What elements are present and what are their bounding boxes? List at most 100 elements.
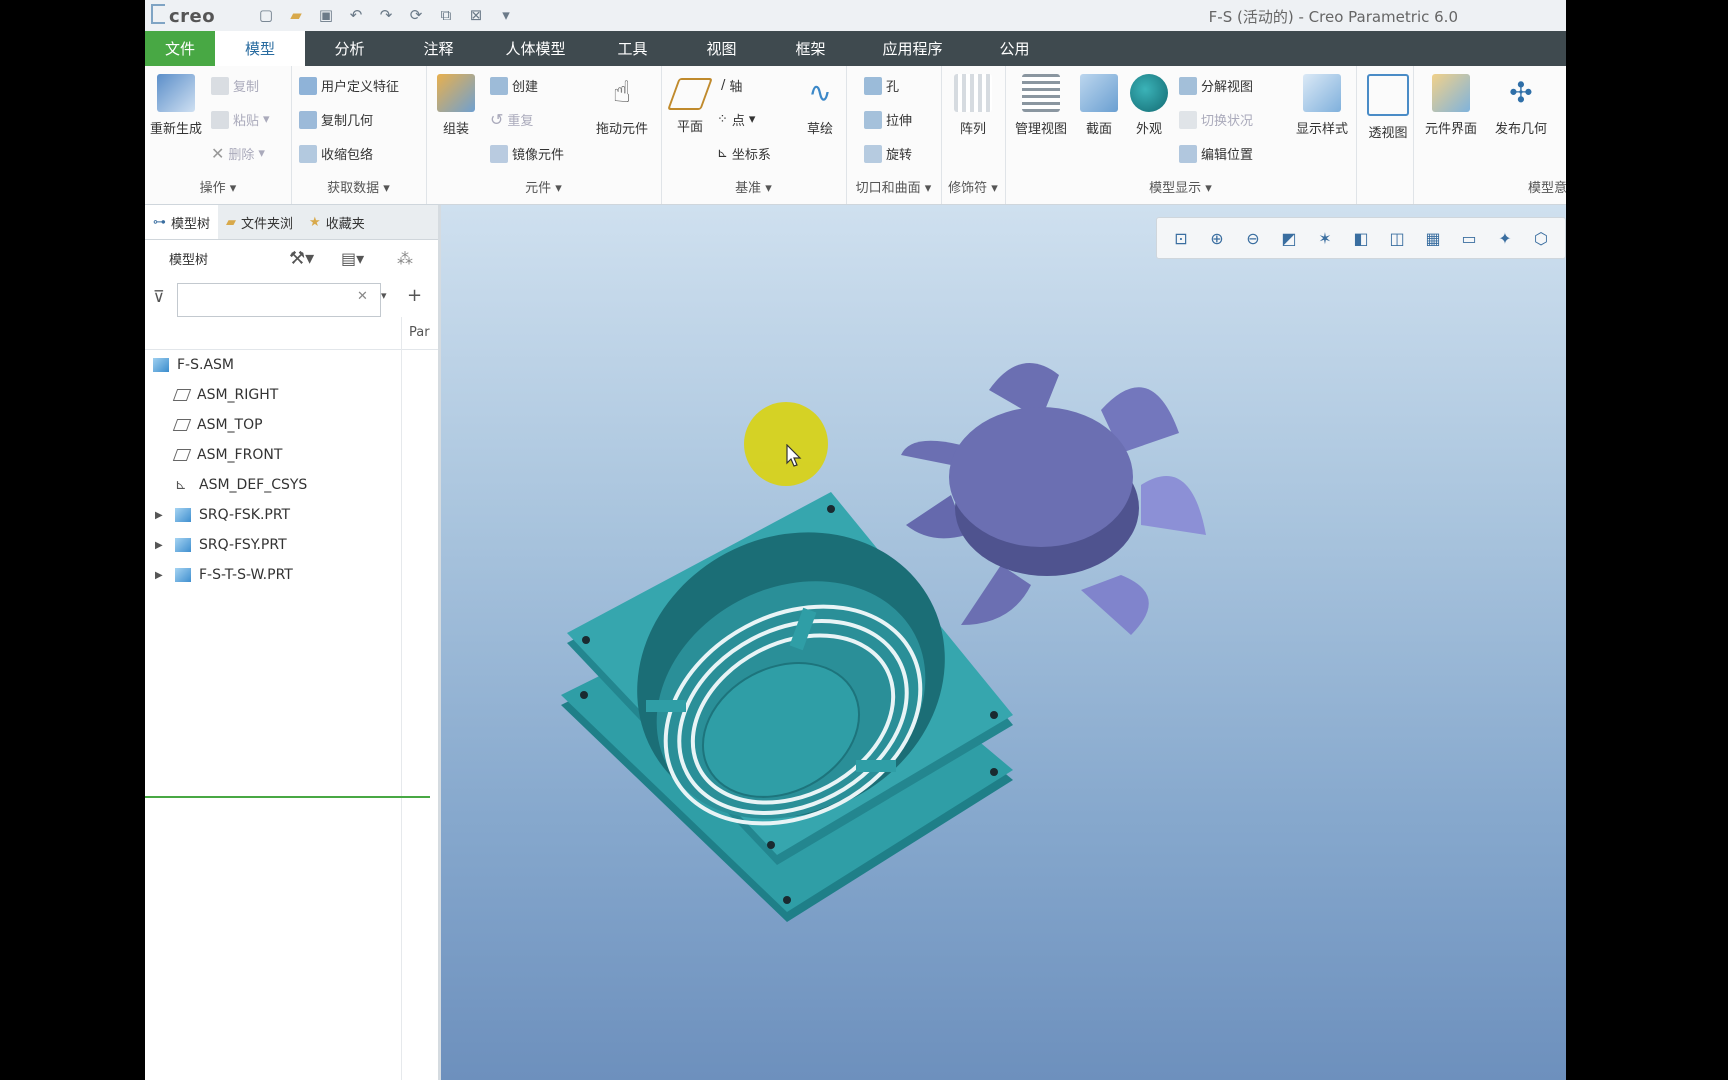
tree-insert-indicator[interactable] [145,796,430,798]
tab-folder-browser[interactable]: ▰ 文件夹浏 [218,205,301,239]
copy-geometry-button[interactable]: 复制几何 [299,110,373,129]
open-folder-icon[interactable]: ▰ [285,4,307,26]
tab-analysis[interactable]: 分析 [305,31,394,66]
tree-item-csys[interactable]: ⊾ ASM_DEF_CSYS [145,470,438,500]
spin-center-icon[interactable]: ✶ [1313,226,1337,250]
plane-button[interactable]: 平面 [665,74,715,135]
tab-framework[interactable]: 框架 [766,31,855,66]
expand-arrow-icon[interactable]: ▶ [155,570,163,581]
expand-arrow-icon[interactable]: ▶ [155,510,163,521]
tree-settings-icon[interactable]: ⚒▾ [289,248,314,269]
extrude-icon [864,110,882,129]
group-model-intent-label[interactable]: 模型意 [1414,177,1566,196]
regenerate-button[interactable]: 重新生成 [145,74,207,137]
delete-button[interactable]: ✕ 删除 ▾ [211,144,265,163]
tree-item-label: F-S-T-S-W.PRT [199,567,293,583]
display-style-button[interactable]: 显示样式 [1291,74,1353,137]
tree-item-asm-front[interactable]: ASM_FRONT [145,440,438,470]
axis-button[interactable]: / 轴 [721,76,742,95]
annotation-display-icon[interactable]: ⬡ [1529,226,1553,250]
repeat-button[interactable]: ↺ 重复 [490,110,533,129]
tree-columns-icon[interactable]: ⁂ [397,249,413,268]
regenerate-icon[interactable]: ⟳ [405,4,427,26]
tree-item-asm[interactable]: F-S.ASM [145,350,438,380]
tree-search-input[interactable] [177,283,381,317]
section-button[interactable]: 截面 [1075,74,1123,137]
refit-icon[interactable]: ⊡ [1169,226,1193,250]
toggle-status-button[interactable]: 切换状况 [1179,110,1253,129]
point-button[interactable]: ⁘ 点 ▾ [717,110,755,129]
pattern-button[interactable]: 阵列 [947,74,999,137]
tab-model-tree[interactable]: ⊶ 模型树 [145,205,219,239]
group-datum-label[interactable]: 基准 ▾ [661,177,846,196]
paste-button[interactable]: 粘贴 ▾ [211,110,270,129]
shrinkwrap-button[interactable]: 收缩包络 [299,144,373,163]
tab-annotate[interactable]: 注释 [394,31,483,66]
filter-icon[interactable]: ⊽ [153,287,165,306]
tree-item-srq-fsk[interactable]: ▶ SRQ-FSK.PRT [145,500,438,530]
display-style-icon[interactable]: ◧ [1349,226,1373,250]
save-icon[interactable]: ▣ [315,4,337,26]
tree-item-srq-fsy[interactable]: ▶ SRQ-FSY.PRT [145,530,438,560]
perspective-view-icon[interactable]: ▭ [1457,226,1481,250]
tab-model[interactable]: 模型 [215,31,305,66]
tree-item-asm-right[interactable]: ASM_RIGHT [145,380,438,410]
add-filter-icon[interactable]: + [407,285,422,306]
group-modifiers-label[interactable]: 修饰符 ▾ [941,177,1005,196]
group-model-display: 管理视图 截面 外观 分解视图 切换状况 编辑位置 显示样式 模型显示 ▾ [1005,66,1357,204]
manage-views-button[interactable]: 管理视图 [1009,74,1073,137]
new-file-icon[interactable]: ▢ [255,4,277,26]
tree-item-asm-top[interactable]: ASM_TOP [145,410,438,440]
group-model-display-label[interactable]: 模型显示 ▾ [1005,177,1356,196]
extrude-button[interactable]: 拉伸 [864,110,912,129]
revolve-button[interactable]: 旋转 [864,144,912,163]
windows-icon[interactable]: ⧉ [435,4,457,26]
repaint-icon[interactable]: ◩ [1277,226,1301,250]
group-cut-surface-label[interactable]: 切口和曲面 ▾ [846,177,941,196]
copy-button[interactable]: 复制 [211,76,259,95]
zoom-in-icon[interactable]: ⊕ [1205,226,1229,250]
tab-tools[interactable]: 工具 [588,31,677,66]
sketch-icon: ∿ [808,76,832,109]
tree-show-icon[interactable]: ▤▾ [341,249,364,268]
tab-applications[interactable]: 应用程序 [855,31,970,66]
redo-icon[interactable]: ↷ [375,4,397,26]
drag-component-button[interactable]: ☝ 拖动元件 [586,74,658,137]
udf-button[interactable]: 用户定义特征 [299,76,399,95]
zoom-out-icon[interactable]: ⊖ [1241,226,1265,250]
edit-position-button[interactable]: 编辑位置 [1179,144,1253,163]
explode-view-button[interactable]: 分解视图 [1179,76,1253,95]
column-header-par[interactable]: Par [409,325,430,340]
undo-icon[interactable]: ↶ [345,4,367,26]
group-get-data-label[interactable]: 获取数据 ▾ [291,177,426,196]
create-button[interactable]: 创建 [490,76,538,95]
search-dropdown-icon[interactable]: ▾ [381,289,387,302]
close-window-icon[interactable]: ⊠ [465,4,487,26]
saved-orientations-icon[interactable]: ◫ [1385,226,1409,250]
customize-dropdown-icon[interactable]: ▾ [495,4,517,26]
revolve-icon [864,144,882,163]
hole-button[interactable]: 孔 [864,76,899,95]
group-component-label[interactable]: 元件 ▾ [426,177,661,196]
sketch-button[interactable]: ∿ 草绘 [797,74,843,137]
component-interface-button[interactable]: 元件界面 [1418,74,1484,137]
group-operations-label[interactable]: 操作 ▾ [145,177,291,196]
tab-file[interactable]: 文件 [145,31,215,66]
clear-search-icon[interactable]: ✕ [357,289,368,304]
tab-view[interactable]: 视图 [677,31,766,66]
perspective-button[interactable]: 透视图 [1358,74,1418,141]
publish-geometry-button[interactable]: ✣ 发布几何 [1488,74,1554,137]
view-manager-icon[interactable]: ▦ [1421,226,1445,250]
appearance-button[interactable]: 外观 [1125,74,1173,137]
graphics-window[interactable]: ⊡ ⊕ ⊖ ◩ ✶ ◧ ◫ ▦ ▭ ✦ ⬡ [441,205,1566,1080]
tab-manikin[interactable]: 人体模型 [483,31,588,66]
csys-button[interactable]: ⊾ 坐标系 [717,144,771,163]
assemble-button[interactable]: 组装 [430,74,482,137]
expand-arrow-icon[interactable]: ▶ [155,540,163,551]
mirror-component-button[interactable]: 镜像元件 [490,144,564,163]
tab-favorites[interactable]: ★ 收藏夹 [301,205,373,239]
tree-item-f-s-t-s-w[interactable]: ▶ F-S-T-S-W.PRT [145,560,438,590]
datum-display-icon[interactable]: ✦ [1493,226,1517,250]
tab-public[interactable]: 公用 [970,31,1059,66]
window-title: F-S (活动的) - Creo Parametric 6.0 [1208,8,1458,26]
